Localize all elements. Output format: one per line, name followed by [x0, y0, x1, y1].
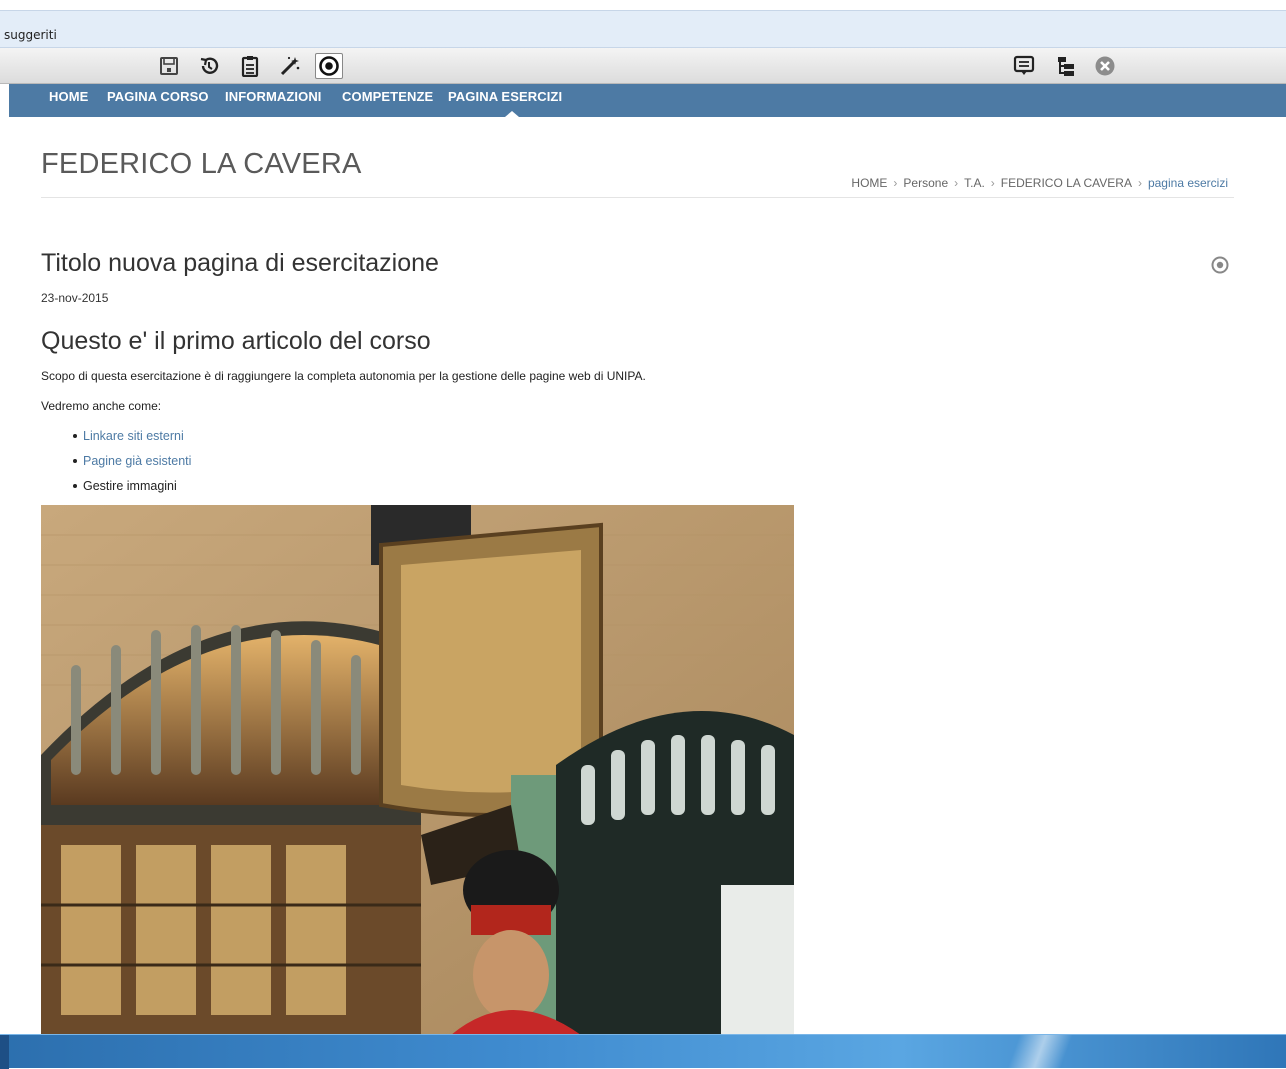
article-subtitle: Questo e' il primo articolo del corso: [41, 327, 431, 355]
clipboard-icon[interactable]: [236, 53, 264, 79]
list-item-link[interactable]: Pagine già esistenti: [41, 453, 191, 478]
breadcrumb-separator: ›: [893, 176, 898, 190]
breadcrumb-separator: ›: [990, 176, 995, 190]
nav-item-home[interactable]: HOME: [49, 89, 88, 104]
nav-item-informazioni[interactable]: INFORMAZIONI: [225, 89, 322, 104]
article-title: Titolo nuova pagina di esercitazione: [41, 249, 439, 277]
active-nav-indicator: [505, 111, 519, 117]
header-divider: [41, 197, 1234, 198]
article-date: 23-nov-2015: [41, 291, 109, 305]
close-circle-icon[interactable]: [1091, 53, 1119, 79]
breadcrumb-separator: ›: [954, 176, 959, 190]
breadcrumb-home[interactable]: HOME: [851, 176, 887, 190]
main-nav: HOME PAGINA CORSO INFORMAZIONI COMPETENZ…: [9, 84, 1286, 117]
breadcrumb-current: pagina esercizi: [1147, 176, 1228, 190]
breadcrumb-person[interactable]: FEDERICO LA CAVERA: [1001, 176, 1132, 190]
history-icon[interactable]: [195, 53, 223, 79]
breadcrumb-ta[interactable]: T.A.: [964, 176, 985, 190]
os-taskbar: [0, 1034, 1286, 1069]
breadcrumb-persone[interactable]: Persone: [903, 176, 948, 190]
nav-item-competenze[interactable]: COMPETENZE: [342, 89, 433, 104]
magic-wand-icon[interactable]: [276, 53, 304, 79]
suggestions-bar: suggeriti: [0, 10, 1286, 48]
breadcrumb-separator: ›: [1137, 176, 1142, 190]
editor-toolbar: [0, 48, 1286, 84]
save-icon[interactable]: [155, 53, 183, 79]
taskbar-glow: [980, 1035, 1100, 1069]
target-icon[interactable]: [315, 53, 343, 79]
page-title: FEDERICO LA CAVERA: [41, 148, 362, 180]
breadcrumb: HOME › Persone › T.A. › FEDERICO LA CAVE…: [851, 176, 1228, 190]
article-paragraph: Scopo di questa esercitazione è di raggi…: [41, 369, 646, 383]
list-item-link[interactable]: Linkare siti esterni: [41, 428, 191, 453]
article-image: [41, 505, 794, 1035]
taskbar-start-edge[interactable]: [0, 1035, 9, 1069]
suggestions-label[interactable]: suggeriti: [4, 28, 57, 42]
article-paragraph: Vedremo anche come:: [41, 399, 162, 413]
nav-item-pagina-esercizi[interactable]: PAGINA ESERCIZI: [448, 89, 562, 104]
list-item: Gestire immagini: [41, 478, 191, 503]
tree-icon[interactable]: [1052, 53, 1080, 79]
article-list: Linkare siti esterni Pagine già esistent…: [41, 428, 191, 503]
comment-icon[interactable]: [1010, 53, 1038, 79]
target-icon[interactable]: [1210, 255, 1230, 275]
nav-item-pagina-corso[interactable]: PAGINA CORSO: [107, 89, 209, 104]
browser-top-strip: [0, 0, 1286, 10]
